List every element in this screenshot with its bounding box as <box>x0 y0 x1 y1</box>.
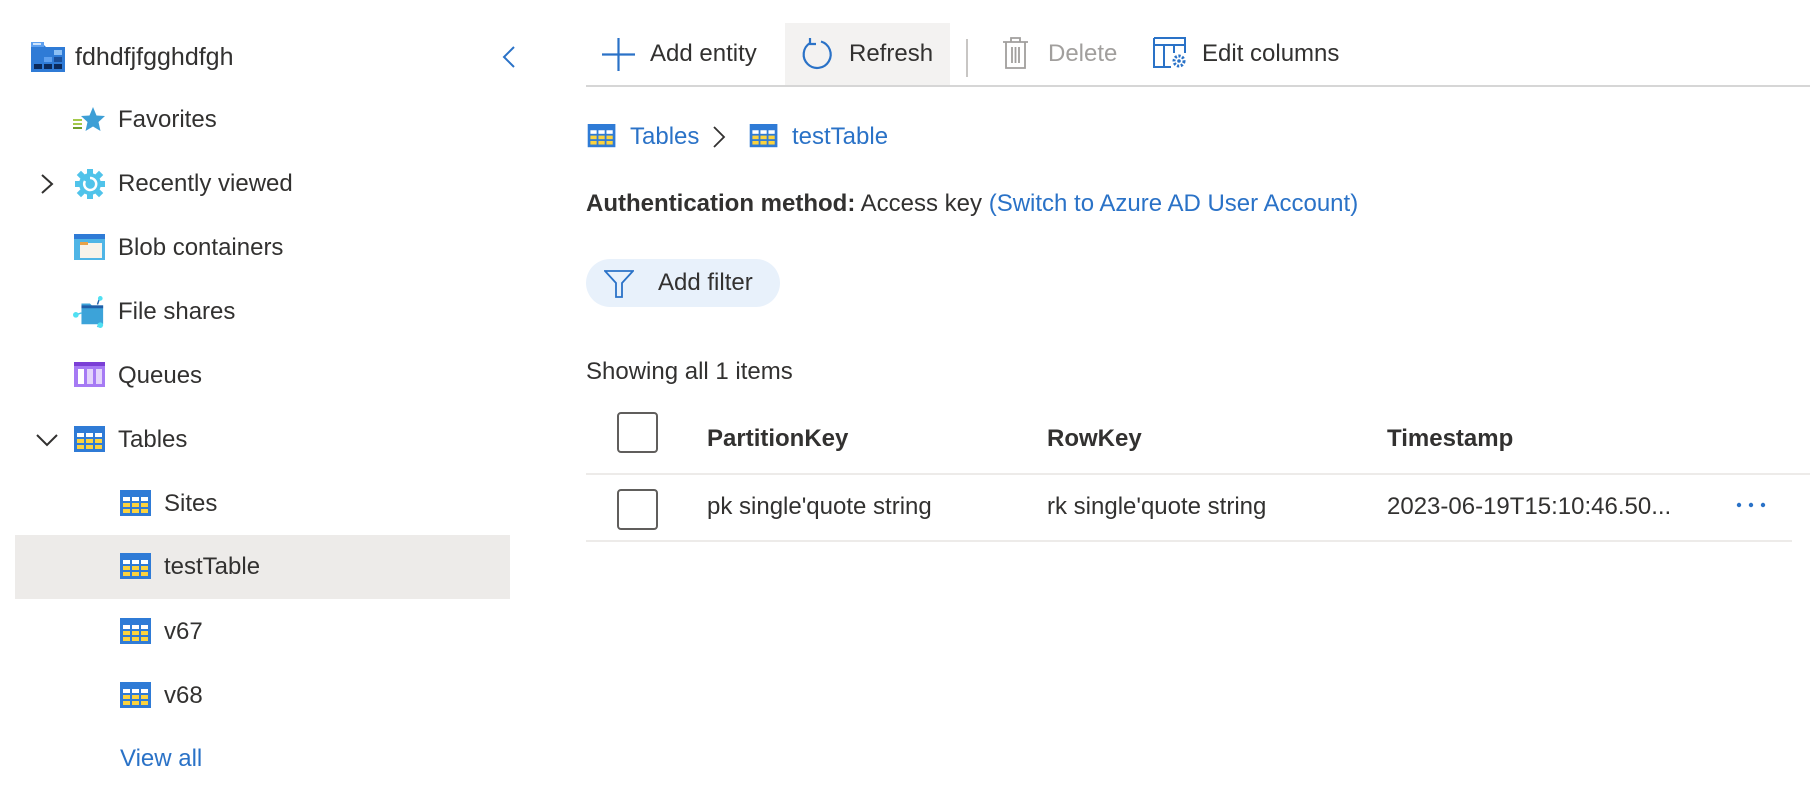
sidebar-table-v68[interactable]: v68 <box>15 664 510 728</box>
view-all-link[interactable]: View all <box>120 742 202 776</box>
add-entity-button[interactable]: Add entity <box>586 23 757 85</box>
sidebar-item-label: Tables <box>118 426 188 453</box>
sidebar-item-tables[interactable]: Tables <box>15 408 510 472</box>
refresh-icon <box>802 38 832 69</box>
chevron-right-icon[interactable] <box>35 169 59 199</box>
sidebar-item-label: Favorites <box>118 106 217 133</box>
edit-columns-button[interactable]: Edit columns <box>1150 23 1350 85</box>
add-filter-button[interactable]: Add filter <box>586 259 780 307</box>
table-icon <box>120 490 151 516</box>
table-icon <box>587 124 616 148</box>
cell-rowkey: rk single'quote string <box>1047 493 1267 520</box>
table-icon <box>120 618 151 644</box>
cell-partitionkey: pk single'quote string <box>707 493 932 520</box>
toolbar-divider <box>586 85 1810 87</box>
command-bar: Add entity Refresh Delete Edit columns <box>586 23 1810 85</box>
cell-timestamp: 2023-06-19T15:10:46.50... <box>1387 493 1672 520</box>
column-header-timestamp[interactable]: Timestamp <box>1387 422 1513 456</box>
breadcrumb-tables[interactable]: Tables <box>587 120 707 154</box>
toolbar-separator <box>966 39 968 77</box>
item-count: Showing all 1 items <box>586 358 793 385</box>
refresh-label: Refresh <box>849 40 934 67</box>
favorites-star-icon <box>73 107 105 131</box>
chevron-down-icon[interactable] <box>35 425 59 455</box>
row-more-actions-button[interactable] <box>1731 491 1771 521</box>
collapse-sidebar-button[interactable] <box>494 40 524 74</box>
chevron-left-icon <box>502 46 515 68</box>
sidebar-item-queues[interactable]: Queues <box>15 344 510 408</box>
select-all-checkbox[interactable] <box>617 412 658 453</box>
edit-columns-label: Edit columns <box>1202 40 1340 67</box>
plus-icon <box>602 38 635 71</box>
storage-account-icon <box>31 42 65 72</box>
storage-account-name: fdhdfjfgghdfgh <box>75 43 234 71</box>
delete-label: Delete <box>1048 40 1118 67</box>
breadcrumb-chevron-icon <box>713 126 726 148</box>
auth-method-label: Authentication method: <box>586 190 856 217</box>
table-header: PartitionKey RowKey Timestamp <box>586 405 1810 473</box>
row-checkbox[interactable] <box>617 489 658 530</box>
table-icon <box>120 553 151 579</box>
breadcrumb-testtable[interactable]: testTable <box>749 120 909 154</box>
table-icon <box>74 426 105 452</box>
sidebar-table-v67[interactable]: v67 <box>15 600 510 664</box>
more-horizontal-icon <box>1736 502 1766 508</box>
blob-container-icon <box>74 234 105 260</box>
auth-method-value: Access key <box>860 190 983 217</box>
sidebar-item-recently-viewed[interactable]: Recently viewed <box>15 152 510 216</box>
sidebar-item-label: File shares <box>118 298 236 325</box>
filter-icon <box>604 270 634 298</box>
sidebar-item-file-shares[interactable]: File shares <box>15 280 510 344</box>
queue-icon <box>74 362 105 387</box>
sidebar-item-label: Blob containers <box>118 234 284 261</box>
table-row[interactable]: pk single'quote string rk single'quote s… <box>586 475 1792 541</box>
sidebar-table-label: testTable <box>164 553 261 580</box>
sidebar-item-label: Recently viewed <box>118 170 293 197</box>
trash-icon <box>1003 37 1028 69</box>
file-share-icon <box>73 296 104 328</box>
recent-gear-icon <box>75 169 105 199</box>
breadcrumb-testtable-label: testTable <box>792 123 889 150</box>
edit-columns-icon <box>1153 37 1186 68</box>
sidebar-table-label: v68 <box>164 682 203 709</box>
add-filter-label: Add filter <box>658 269 753 296</box>
authentication-method: Authentication method: Access key (Switc… <box>586 187 1358 221</box>
delete-button[interactable]: Delete <box>990 23 1130 85</box>
add-entity-label: Add entity <box>650 40 757 67</box>
sidebar-table-sites[interactable]: Sites <box>15 472 510 536</box>
table-icon <box>749 124 778 148</box>
sidebar-item-blob-containers[interactable]: Blob containers <box>15 216 510 280</box>
sidebar-table-label: v67 <box>164 618 203 645</box>
sidebar-item-favorites[interactable]: Favorites <box>15 88 510 152</box>
column-header-rowkey[interactable]: RowKey <box>1047 422 1142 456</box>
column-header-partitionkey[interactable]: PartitionKey <box>707 422 848 456</box>
sidebar-item-label: Queues <box>118 362 203 389</box>
breadcrumb-tables-label: Tables <box>630 123 700 150</box>
refresh-button[interactable]: Refresh <box>785 23 950 85</box>
switch-auth-link[interactable]: (Switch to Azure AD User Account) <box>989 190 1358 217</box>
sidebar-table-testtable[interactable]: testTable <box>15 535 510 599</box>
table-icon <box>120 682 151 708</box>
sidebar-table-label: Sites <box>164 490 218 517</box>
row-divider <box>586 540 1792 542</box>
